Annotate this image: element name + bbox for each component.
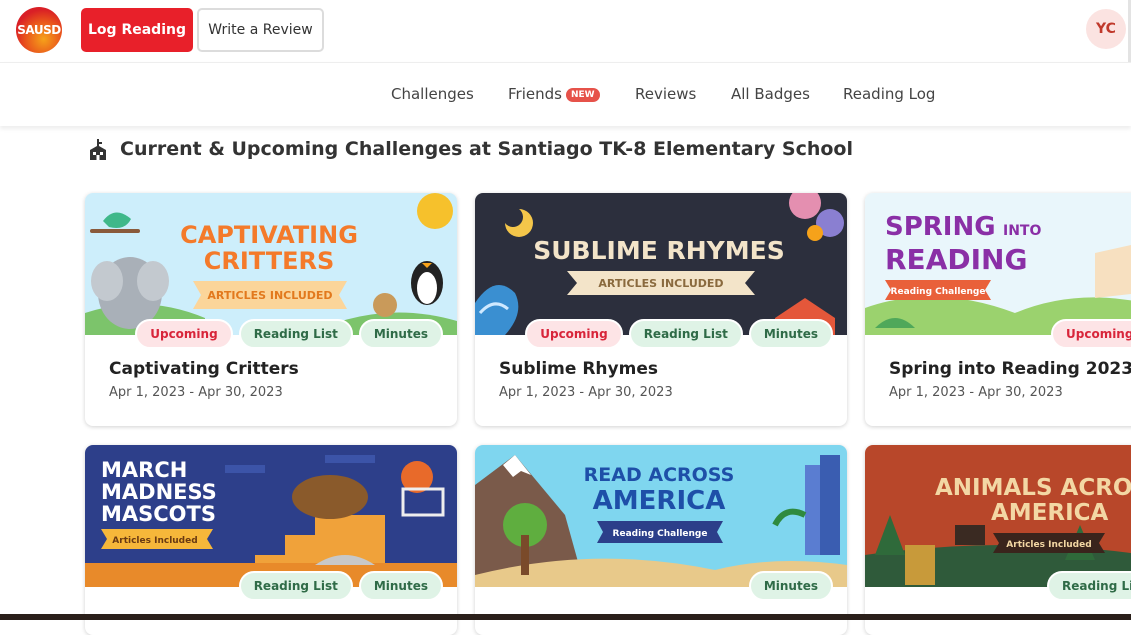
banner-line1: ANIMALS ACRO	[935, 475, 1131, 501]
tag-list: Minutes	[748, 571, 833, 601]
nav-friends[interactable]: Friends NEW	[508, 85, 600, 103]
reading-list-tag: Reading List	[238, 571, 353, 601]
challenge-banner: CAPTIVATING CRITTERS ARTICLES INCLUDED	[85, 193, 457, 335]
banner-sub: Articles Included	[112, 536, 197, 546]
nav-challenges[interactable]: Challenges	[391, 85, 474, 103]
challenge-card[interactable]: ANIMALS ACRO AMERICA Articles Included R…	[865, 445, 1131, 635]
banner-sub: Articles Included	[1006, 540, 1091, 550]
card-date: Apr 1, 2023 - Apr 30, 2023	[889, 385, 1063, 400]
reading-list-tag: Reading List	[1047, 571, 1131, 601]
minutes-tag: Minutes	[358, 571, 443, 601]
write-review-button[interactable]: Write a Review	[197, 8, 324, 52]
banner-line2: AMERICA	[593, 486, 726, 516]
challenge-banner: ANIMALS ACRO AMERICA Articles Included	[865, 445, 1131, 587]
minutes-tag: Minutes	[748, 571, 833, 601]
banner-line1: SUBLIME RHYMES	[533, 236, 785, 265]
upcoming-tag: Upcoming	[1051, 319, 1131, 349]
challenge-card[interactable]: READ ACROSS AMERICA Reading Challenge Mi…	[475, 445, 847, 635]
log-reading-button[interactable]: Log Reading	[81, 8, 193, 52]
challenge-card[interactable]: SPRING INTO READING Reading Challenge Up…	[865, 193, 1131, 426]
school-icon	[90, 139, 106, 160]
challenge-card[interactable]: CAPTIVATING CRITTERS ARTICLES INCLUDED U…	[85, 193, 457, 426]
banner-sub: Reading Challenge	[613, 529, 708, 539]
banner-line3: MASCOTS	[101, 502, 216, 526]
section-header: Current & Upcoming Challenges at Santiag…	[86, 136, 853, 162]
tag-list: Upcoming	[1051, 319, 1131, 349]
logo-text: SAUSD	[17, 23, 61, 37]
section-title: Current & Upcoming Challenges at Santiag…	[120, 138, 853, 160]
banner-line1: CAPTIVATING	[180, 221, 358, 249]
card-title: Spring into Reading 2023	[889, 359, 1131, 379]
main-nav: Challenges Friends NEW Reviews All Badges…	[0, 62, 1131, 126]
new-badge: NEW	[565, 88, 600, 102]
card-title: Sublime Rhymes	[499, 359, 658, 379]
challenge-banner: MARCH MADNESS MASCOTS Articles Included	[85, 445, 457, 587]
banner-line1: SPRING	[885, 212, 996, 242]
upcoming-tag: Upcoming	[135, 319, 233, 349]
banner-line2: CRITTERS	[204, 247, 334, 275]
challenge-banner: READ ACROSS AMERICA Reading Challenge	[475, 445, 847, 587]
reading-list-tag: Reading List	[628, 319, 743, 349]
challenge-banner: SUBLIME RHYMES ARTICLES INCLUDED	[475, 193, 847, 335]
banner-line2: AMERICA	[991, 500, 1109, 526]
card-title: Captivating Critters	[109, 359, 299, 379]
user-avatar[interactable]: YC	[1086, 9, 1126, 49]
banner-line2: READING	[885, 243, 1027, 276]
banner-sub: Reading Challenge	[891, 287, 986, 297]
banner-line2: MADNESS	[101, 480, 217, 504]
banner-sub: ARTICLES INCLUDED	[598, 277, 723, 290]
tag-list: Upcoming Reading List Minutes	[525, 319, 833, 349]
challenge-card[interactable]: SUBLIME RHYMES ARTICLES INCLUDED Upcomin…	[475, 193, 847, 426]
bottom-edge	[0, 614, 1131, 620]
nav-label: Challenges	[391, 85, 474, 103]
top-bar: SAUSD Log Reading Write a Review YC	[0, 0, 1131, 62]
district-logo[interactable]: SAUSD	[16, 7, 62, 53]
banner-sub: ARTICLES INCLUDED	[207, 289, 332, 302]
banner-line1: MARCH	[101, 458, 187, 482]
nav-label: Friends	[508, 85, 562, 103]
banner-line1: READ ACROSS	[584, 464, 735, 486]
nav-reviews[interactable]: Reviews	[635, 85, 696, 103]
tag-list: Reading List Minutes	[238, 571, 443, 601]
challenge-banner: SPRING INTO READING Reading Challenge	[865, 193, 1131, 335]
upcoming-tag: Upcoming	[525, 319, 623, 349]
nav-label: All Badges	[731, 85, 810, 103]
nav-label: Reading Log	[843, 85, 936, 103]
challenge-card[interactable]: MARCH MADNESS MASCOTS Articles Included …	[85, 445, 457, 635]
nav-reading-log[interactable]: Reading Log	[843, 85, 935, 103]
nav-label: Reviews	[635, 85, 697, 103]
reading-list-tag: Reading List	[238, 319, 353, 349]
banner-line1b: INTO	[1003, 223, 1041, 239]
card-date: Apr 1, 2023 - Apr 30, 2023	[109, 385, 283, 400]
nav-all-badges[interactable]: All Badges	[731, 85, 810, 103]
tag-list: Reading List	[1047, 571, 1131, 601]
minutes-tag: Minutes	[748, 319, 833, 349]
card-date: Apr 1, 2023 - Apr 30, 2023	[499, 385, 673, 400]
minutes-tag: Minutes	[358, 319, 443, 349]
tag-list: Upcoming Reading List Minutes	[135, 319, 443, 349]
